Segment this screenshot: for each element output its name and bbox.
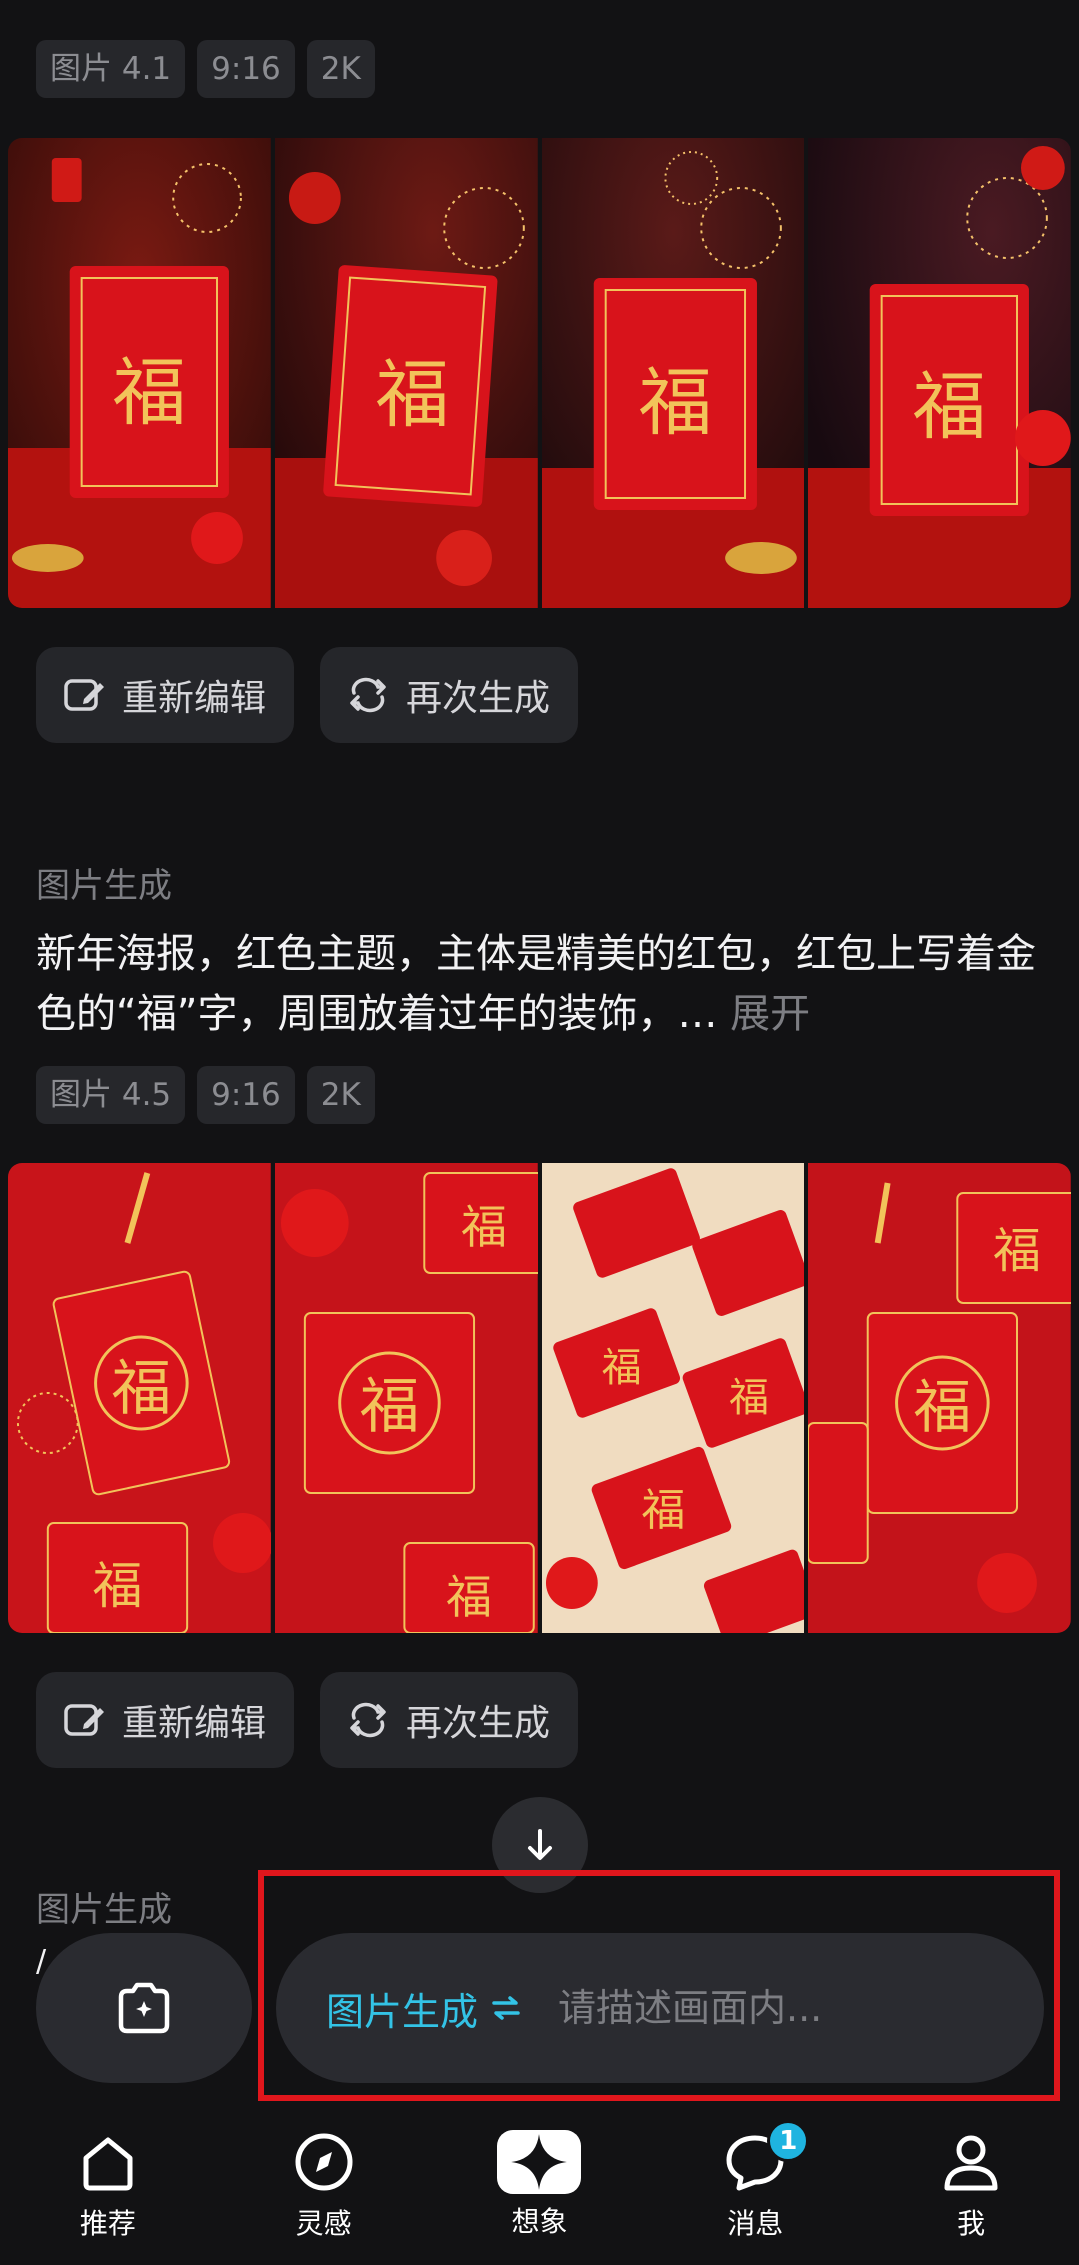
re-edit-label: 重新编辑 xyxy=(122,678,267,719)
regenerate-label: 再次生成 xyxy=(406,678,551,719)
profile-icon xyxy=(944,2135,998,2191)
result-1-gallery: 福 福 福 福 xyxy=(8,138,1071,608)
prompt-content: 新年海报，红色主题，主体是精美的红包，红包上写着金色的“福”字，周围放着过年的装… xyxy=(36,931,1036,1037)
generated-image-2[interactable]: 福 xyxy=(274,138,538,608)
camera-button[interactable] xyxy=(36,1933,252,2083)
regenerate-button[interactable]: 再次生成 xyxy=(320,647,579,743)
fu-glyph: 福 xyxy=(112,1354,172,1424)
tab-label: 灵感 xyxy=(295,2207,352,2240)
result-1-tags: 图片 4.1 9:16 2K xyxy=(36,40,375,98)
generated-image-1[interactable]: 福 xyxy=(8,138,271,608)
fu-glyph: 福 xyxy=(375,352,449,438)
model-tag: 图片 4.1 xyxy=(36,40,186,98)
generated-image-4[interactable]: 福 xyxy=(808,138,1071,608)
chat-screen: 图片 4.1 9:16 2K 福 福 福 福 重新编辑 再次生成 图片生成 新年… xyxy=(0,0,1079,2265)
camera-icon xyxy=(118,1982,170,2034)
re-edit-button[interactable]: 重新编辑 xyxy=(36,1672,295,1768)
prompt-text: 新年海报，红色主题，主体是精美的红包，红包上写着金色的“福”字，周围放着过年的装… xyxy=(36,924,1046,1044)
tab-recommend[interactable]: 推荐 xyxy=(28,2128,188,2242)
re-edit-label: 重新编辑 xyxy=(122,1703,267,1744)
refresh-icon xyxy=(350,1702,386,1738)
tab-label: 推荐 xyxy=(79,2207,136,2240)
resolution-tag: 2K xyxy=(306,40,375,98)
tab-label: 消息 xyxy=(727,2207,784,2240)
expand-link[interactable]: 展开 xyxy=(730,991,810,1037)
re-edit-button[interactable]: 重新编辑 xyxy=(36,647,295,743)
fu-glyph: 福 xyxy=(461,1200,507,1254)
generated-image-6[interactable]: 福福福 xyxy=(274,1163,538,1633)
arrow-down-icon xyxy=(528,1829,552,1860)
fu-glyph: 福 xyxy=(641,1485,685,1536)
ratio-tag: 9:16 xyxy=(197,1066,295,1124)
resolution-tag: 2K xyxy=(306,1066,375,1124)
generated-image-5[interactable]: 福福 xyxy=(8,1163,271,1633)
generated-image-3[interactable]: 福 xyxy=(541,138,805,608)
tab-label: 想象 xyxy=(511,2205,568,2238)
fu-glyph: 福 xyxy=(93,1557,143,1615)
tab-label: 我 xyxy=(957,2207,986,2240)
sparkle-icon xyxy=(511,2134,568,2190)
tab-me[interactable]: 我 xyxy=(891,2128,1051,2242)
section-label: 图片生成 xyxy=(36,1890,172,1930)
section-label: 图片生成 xyxy=(36,866,172,906)
refresh-icon xyxy=(350,677,386,713)
result-2-tags: 图片 4.5 9:16 2K xyxy=(36,1066,375,1124)
compass-icon xyxy=(295,2133,353,2191)
fu-glyph: 福 xyxy=(638,360,712,446)
composer-highlight-box xyxy=(258,1870,1060,2101)
tab-imagine[interactable]: 想象 xyxy=(459,2128,619,2240)
fu-glyph: 福 xyxy=(601,1345,641,1391)
imagine-icon-box xyxy=(497,2130,582,2194)
tab-inspiration[interactable]: 灵感 xyxy=(244,2128,404,2242)
fu-glyph: 福 xyxy=(914,1373,972,1441)
unread-badge: 1 xyxy=(767,2120,810,2162)
edit-icon xyxy=(64,1704,104,1736)
generated-image-8[interactable]: 福福 xyxy=(808,1163,1071,1633)
home-icon xyxy=(83,2137,133,2191)
generated-image-7[interactable]: 福福福 xyxy=(541,1163,805,1633)
fu-glyph: 福 xyxy=(993,1224,1041,1279)
ratio-tag: 9:16 xyxy=(197,40,295,98)
fu-glyph: 福 xyxy=(113,350,187,436)
result-1-actions: 重新编辑 再次生成 xyxy=(36,647,579,743)
fu-glyph: 福 xyxy=(446,1570,492,1624)
fu-glyph: 福 xyxy=(729,1375,769,1421)
regenerate-label: 再次生成 xyxy=(406,1703,551,1744)
fu-glyph: 福 xyxy=(359,1372,419,1442)
tab-messages[interactable]: 1 消息 xyxy=(675,2120,835,2242)
regenerate-button[interactable]: 再次生成 xyxy=(320,1672,579,1768)
model-tag: 图片 4.5 xyxy=(36,1066,186,1124)
result-2-gallery: 福福 福福福 福福福 福福 xyxy=(8,1163,1071,1633)
edit-icon xyxy=(64,679,104,711)
fu-glyph: 福 xyxy=(913,364,987,450)
bottom-tab-bar: 推荐 灵感 想象 1 消息 我 xyxy=(0,2110,1079,2265)
result-2-actions: 重新编辑 再次生成 xyxy=(36,1672,579,1768)
